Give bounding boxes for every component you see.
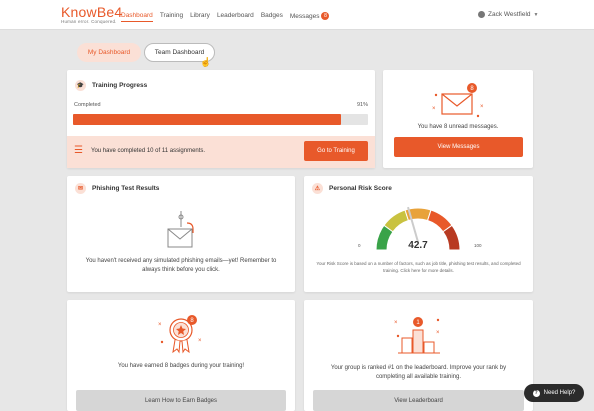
messages-card: × × 8 You have 8 unread messages. View M… xyxy=(383,70,533,168)
warning-icon: ⚠ xyxy=(312,183,323,194)
decor-dot xyxy=(434,93,438,97)
user-menu[interactable]: Zack Westfield ▼ xyxy=(478,11,538,18)
decor-star: × xyxy=(480,104,484,110)
logo-text: KnowBe4 xyxy=(61,4,123,20)
envelope-icon: ✉ xyxy=(75,183,86,194)
training-progress-fill xyxy=(73,114,342,125)
podium-center xyxy=(412,329,424,354)
phishing-results-title-text: Phishing Test Results xyxy=(92,185,160,192)
user-icon xyxy=(478,11,485,18)
leaderboard-rank-text: Your group is ranked #1 on the leaderboa… xyxy=(330,365,507,380)
nav-messages-label: Messages xyxy=(289,13,320,20)
risk-score-description[interactable]: Your Risk Score is based on a number of … xyxy=(314,261,523,274)
hand-cursor-icon: ☝ xyxy=(200,57,212,67)
risk-score-value: 42.7 xyxy=(408,240,428,251)
risk-min-label: 0 xyxy=(358,243,361,248)
training-progress-title: 🎓 Training Progress xyxy=(75,80,147,91)
decor-star: × xyxy=(198,338,202,344)
decor-star: × xyxy=(158,322,162,328)
risk-score-card: ⚠ Personal Risk Score 0 100 42.7 Your Ri… xyxy=(304,176,533,292)
need-help-label: Need Help? xyxy=(543,390,576,396)
need-help-button[interactable]: ? Need Help? xyxy=(524,384,584,402)
nav-library[interactable]: Library xyxy=(190,12,210,22)
leaderboard-card: × × 1 Your group is ranked #1 on the lea… xyxy=(304,300,533,411)
graduation-cap-icon: 🎓 xyxy=(75,80,86,91)
training-progress-track xyxy=(73,114,368,125)
nav-leaderboard[interactable]: Leaderboard xyxy=(217,12,254,22)
decor-dot xyxy=(476,114,480,118)
assignments-summary: You have completed 10 of 11 assignments. xyxy=(91,148,206,154)
decor-dot xyxy=(396,334,400,338)
decor-dot xyxy=(160,340,164,344)
risk-max-label: 100 xyxy=(474,243,482,248)
unread-messages-text: You have 8 unread messages. xyxy=(417,124,499,130)
nav-messages[interactable]: Messages 8 xyxy=(290,12,330,22)
phishing-empty-text: You haven't received any simulated phish… xyxy=(85,258,277,273)
go-to-training-button[interactable]: Go to Training xyxy=(304,141,368,161)
view-messages-button[interactable]: View Messages xyxy=(394,137,523,157)
phishing-results-title: ✉ Phishing Test Results xyxy=(75,183,159,194)
training-progress-card: 🎓 Training Progress Completed 91% ☰ You … xyxy=(67,70,375,168)
nav-dashboard[interactable]: Dashboard xyxy=(121,12,153,22)
checklist-icon: ☰ xyxy=(74,145,83,156)
ribbon-left xyxy=(172,339,181,354)
ribbon-right xyxy=(181,339,190,354)
completed-label: Completed xyxy=(74,102,101,108)
gauge-segment xyxy=(383,209,410,233)
phishing-hook-icon xyxy=(167,211,194,248)
podium-right xyxy=(423,341,435,354)
podium-left xyxy=(401,337,413,354)
knowbe4-logo[interactable]: KnowBe4 Human error. Conquered. xyxy=(61,5,122,24)
messages-count-badge: 8 xyxy=(321,12,330,20)
nav-training[interactable]: Training xyxy=(160,12,183,22)
training-progress-title-text: Training Progress xyxy=(92,82,148,89)
envelope-illustration-icon: × × 8 xyxy=(432,83,484,118)
learn-badges-button[interactable]: Learn How to Earn Badges xyxy=(76,390,286,411)
chevron-down-icon: ▼ xyxy=(533,11,539,18)
risk-score-title: ⚠ Personal Risk Score xyxy=(312,183,392,194)
phishing-results-card: ✉ Phishing Test Results You haven't rece… xyxy=(67,176,295,292)
badges-earned-text: You have earned 8 badges during your tra… xyxy=(117,363,245,369)
top-nav-bar: KnowBe4 Human error. Conquered. Dashboar… xyxy=(0,0,594,30)
user-name: Zack Westfield xyxy=(488,11,531,18)
badge-ribbon-icon: × × 8 xyxy=(158,315,202,354)
completed-percent: 91% xyxy=(356,102,368,108)
logo-tagline: Human error. Conquered. xyxy=(61,19,117,24)
decor-star: × xyxy=(432,106,436,112)
help-question-icon: ? xyxy=(532,389,540,397)
assignments-summary-strip: ☰ You have completed 10 of 11 assignment… xyxy=(67,136,375,168)
risk-score-title-text: Personal Risk Score xyxy=(329,185,392,192)
decor-star: × xyxy=(394,320,398,326)
decor-star: × xyxy=(436,330,440,336)
badges-card: × × 8 You have earned 8 badges during yo… xyxy=(67,300,295,411)
decor-dot xyxy=(436,318,440,322)
main-nav: Dashboard Training Library Leaderboard B… xyxy=(121,12,330,22)
nav-badges[interactable]: Badges xyxy=(261,12,283,22)
leaderboard-podium-icon: × × 1 xyxy=(394,317,440,354)
tab-my-dashboard[interactable]: My Dashboard xyxy=(77,43,141,62)
view-leaderboard-button[interactable]: View Leaderboard xyxy=(313,390,524,411)
